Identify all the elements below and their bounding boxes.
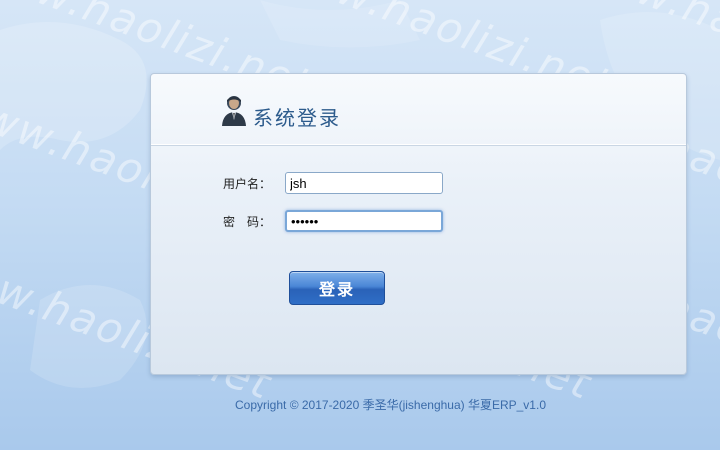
username-label: 用户名： [223, 176, 272, 191]
copyright-text: Copyright © 2017-2020 季圣华(jishenghua) 华夏… [235, 398, 546, 412]
panel-header: 系统登录 [151, 74, 686, 145]
password-row: 密 码： [223, 210, 443, 232]
username-input[interactable] [285, 172, 443, 194]
user-avatar-icon [222, 96, 246, 126]
password-label: 密 码： [223, 214, 272, 229]
username-row: 用户名： [223, 172, 443, 194]
page-title: 系统登录 [253, 106, 341, 130]
login-button[interactable]: 登录 [289, 271, 385, 305]
password-input[interactable] [285, 210, 443, 232]
login-panel: 系统登录 用户名： 密 码： 登录 [150, 73, 687, 375]
